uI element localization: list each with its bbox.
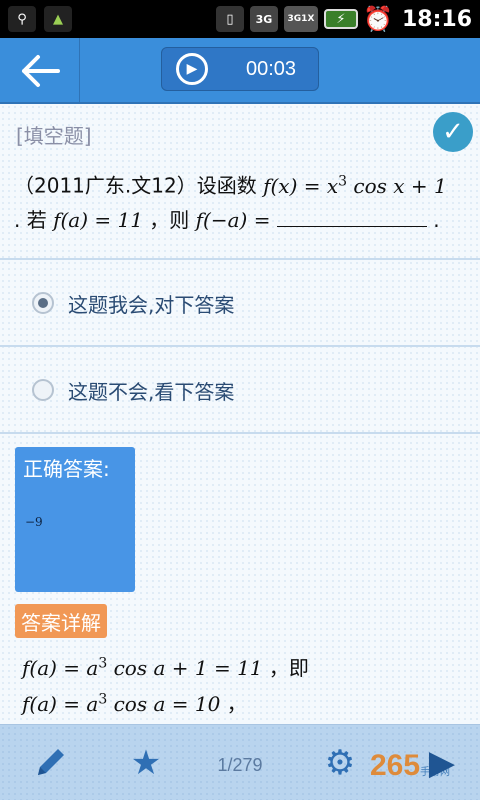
correct-answer-value: −9 xyxy=(25,515,43,529)
android-icon: ▲ xyxy=(44,6,72,32)
correct-answer-box: 正确答案: −9 xyxy=(15,447,135,592)
option-dont-know[interactable]: 这题不会,看下答案 xyxy=(0,348,480,432)
question-content: [填空题] ✓ （2011广东.文12）设函数 f(x) = x3 cos x … xyxy=(0,104,480,724)
pencil-icon xyxy=(38,749,64,775)
edit-button[interactable] xyxy=(28,741,72,785)
detail-line-2: f(a) = a3 cos a = 10 ， xyxy=(22,691,247,716)
chevron-right-icon: ▶ xyxy=(428,743,456,783)
back-button[interactable] xyxy=(0,38,80,104)
network-3g1x-icon: 3G1X xyxy=(283,6,318,32)
star-icon: ★ xyxy=(130,743,162,783)
favorite-button[interactable]: ★ xyxy=(124,741,168,785)
question-formula: f(x) = x3 cos x + 1 xyxy=(263,173,447,198)
battery-icon: ⚡ xyxy=(323,9,358,29)
answer-detail-label: 答案详解 xyxy=(15,604,107,638)
detail-line-1: f(a) = a3 cos a + 1 = 11 ，即 xyxy=(22,655,309,680)
gear-icon: ⚙ xyxy=(324,743,356,783)
divider xyxy=(0,432,480,434)
vibrate-icon: ▯ xyxy=(215,6,244,32)
question-condition: f(a) = 11 xyxy=(53,207,143,232)
page-counter: 1/279 xyxy=(217,755,263,775)
question-source: （2011广东.文12）设函数 xyxy=(14,173,257,198)
next-button[interactable]: ▶ xyxy=(420,741,464,785)
correct-answer-title: 正确答案: xyxy=(23,457,110,481)
question-type-label: [填空题] xyxy=(16,124,92,148)
radio-checked[interactable] xyxy=(32,292,54,314)
question-prefix: . 若 xyxy=(14,207,47,232)
network-3g-icon: 3G xyxy=(249,6,278,32)
question-target: f(−a) = xyxy=(195,207,271,232)
usb-icon: ⚲ xyxy=(8,6,36,32)
divider xyxy=(0,345,480,347)
radio-unchecked[interactable] xyxy=(32,379,54,401)
option-label: 这题不会,看下答案 xyxy=(68,379,235,404)
timer-text: 00:03 xyxy=(246,57,297,80)
back-arrow-icon xyxy=(21,55,60,87)
timer-button[interactable]: ▶ 00:03 xyxy=(161,47,319,91)
divider xyxy=(0,258,480,260)
question-then: ，则 xyxy=(149,207,190,232)
question-text: （2011广东.文12）设函数 f(x) = x3 cos x + 1 . 若 … xyxy=(14,164,470,237)
status-time: 18:16 xyxy=(401,6,472,32)
check-icon[interactable]: ✓ xyxy=(433,112,473,152)
play-icon: ▶ xyxy=(176,53,208,85)
answer-blank xyxy=(276,207,427,227)
header-bar: ▶ 00:03 xyxy=(0,38,480,104)
settings-button[interactable]: ⚙ xyxy=(318,741,362,785)
alarm-clock-icon: ⏰ xyxy=(363,5,393,33)
status-bar: ⚲ ▲ ▯ 3G 3G1X ⚡ ⏰ 18:16 xyxy=(0,0,480,38)
bottom-toolbar: ★ 1/279 ⚙ 265手游网 ▶ xyxy=(0,724,480,800)
question-end: . xyxy=(433,207,440,232)
option-label: 这题我会,对下答案 xyxy=(68,292,235,317)
option-know-answer[interactable]: 这题我会,对下答案 xyxy=(0,261,480,345)
